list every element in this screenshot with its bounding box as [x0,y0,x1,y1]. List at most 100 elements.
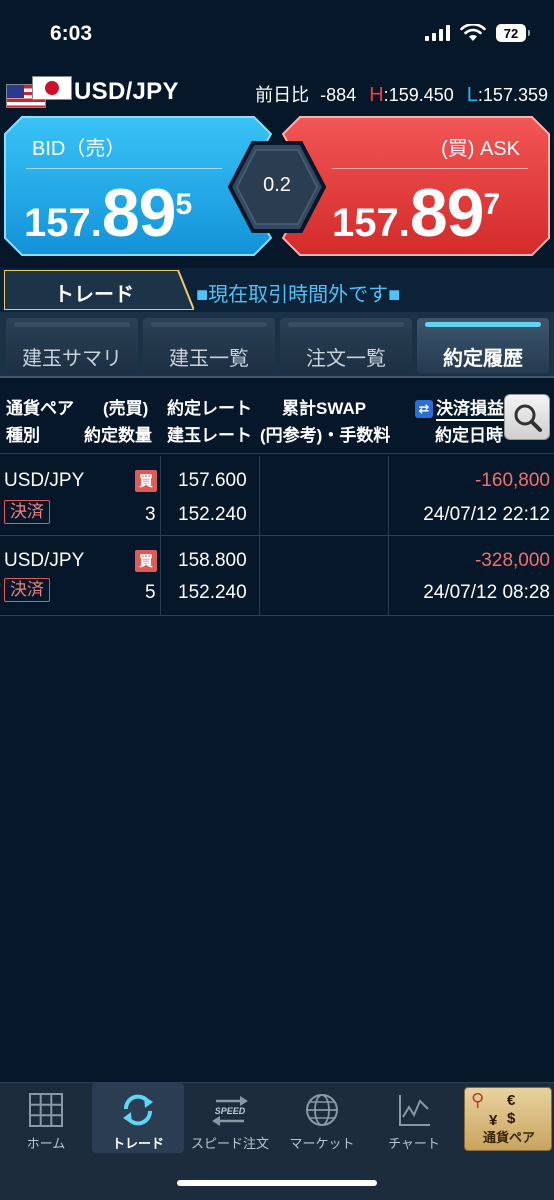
signal-icon [425,25,450,41]
high-label: H [369,84,384,106]
currency-flags [6,76,72,108]
trade-tab-label: トレード [54,284,134,306]
refresh-arrows-icon [123,1094,153,1126]
tab-order-list[interactable]: 注文一覧 [280,318,412,374]
high-value: 159.450 [388,85,454,105]
tab-execution-history[interactable]: 約定履歴 [417,318,549,374]
trade-header-row: トレード ■現在取引時間外です■ [0,268,554,312]
nav-market-label: マーケット [289,1136,355,1151]
grid-icon [29,1093,63,1127]
currency-pair-label: 通貨ペア [482,1130,535,1145]
settle-badge: 決済 [4,578,50,602]
pair-stats: 前日比 -884 H:159.450 L:157.359 [255,84,548,106]
tab-label: 約定履歴 [443,348,523,370]
tab-label: 注文一覧 [306,348,386,370]
subtab-bar: 建玉サマリ 建玉一覧 注文一覧 約定履歴 [0,312,554,378]
row-open-rate: 152.240 [178,504,247,525]
pair-name: USD/JPY [74,78,179,105]
status-bar: 6:03 72 [0,0,554,70]
tab-position-list[interactable]: 建玉一覧 [143,318,275,374]
col-fee: (円参考)・手数料 [260,426,391,445]
currency-symbols-icon: ⚲ € ¥ $ [471,1090,516,1129]
bid-label: BID（売） [32,138,126,160]
nav-speed-label: スピード注文 [190,1136,269,1151]
table-row[interactable]: USD/JPY 買 決済 5 158.800 152.240 -328,000 … [0,536,554,616]
nav-home[interactable]: ホーム [0,1083,92,1153]
search-icon [514,404,542,432]
chart-icon [399,1095,430,1126]
speed-arrows-icon: SPEED [212,1096,248,1126]
ask-price-big: 89 [409,175,485,251]
row-rate: 157.600 [178,470,247,491]
pair-header[interactable]: USD/JPY 前日比 -884 H:159.450 L:157.359 [0,72,554,112]
table-header: 通貨ペア (売買) 約定レート 累計SWAP ⇄ 決済損益 種別 約定数量 建玉レ… [0,380,554,454]
jp-flag-icon [32,76,72,100]
col-datetime: 約定日時 [435,426,503,445]
col-qty: 約定数量 [84,426,152,445]
row-pl: -160,800 [474,470,550,491]
nav-speed-order[interactable]: SPEED スピード注文 [184,1083,276,1153]
row-pair: USD/JPY [4,550,85,571]
buy-badge: 買 [135,470,157,492]
row-qty: 3 [145,504,156,525]
nav-market[interactable]: マーケット [276,1083,368,1153]
spread-value: 0.2 [263,174,291,196]
row-datetime: 24/07/12 22:12 [423,504,550,525]
buy-badge: 買 [135,550,157,572]
tab-trade[interactable]: トレード [4,270,194,310]
battery-icon: 72 [496,24,530,42]
col-swap: 累計SWAP [282,399,367,418]
bid-price-small: 157. [24,201,102,245]
col-pair: 通貨ペア [6,399,74,418]
swap-arrows-icon: ⇄ [415,400,433,418]
nav-home-label: ホーム [26,1136,66,1151]
ask-price: 157.897 [332,174,500,252]
ask-price-small: 157. [332,201,410,245]
row-datetime: 24/07/12 08:28 [423,582,550,603]
nav-trade-label: トレード [111,1136,164,1151]
nav-chart-label: チャート [388,1136,440,1151]
row-rate: 158.800 [178,550,247,571]
speed-icon-text: SPEED [215,1106,246,1116]
tab-position-summary[interactable]: 建玉サマリ [6,318,138,374]
market-status-text: ■現在取引時間外です■ [196,284,401,306]
tab-indicator [425,322,541,327]
ask-label: (買) ASK [441,138,520,160]
tab-indicator [14,322,130,327]
low-label: L [466,84,478,106]
nav-chart[interactable]: チャート [368,1083,460,1153]
currency-pair-button[interactable]: ⚲ € ¥ $ 通貨ペア [464,1087,552,1151]
row-open-rate: 152.240 [178,582,247,603]
col-pl: 決済損益 [436,399,504,421]
col-type: 種別 [6,426,40,445]
home-indicator [177,1180,377,1186]
col-open-rate: 建玉レート [167,426,252,445]
row-pl: -328,000 [474,550,550,571]
tab-label: 建玉サマリ [22,348,122,370]
pl-sort-toggle[interactable]: ⇄ 決済損益 [415,394,504,421]
table-row[interactable]: USD/JPY 買 決済 3 157.600 152.240 -160,800 … [0,456,554,536]
settle-badge: 決済 [4,500,50,524]
wifi-icon [460,24,486,41]
tab-indicator [288,322,404,327]
tab-indicator [151,322,267,327]
tab-label: 建玉一覧 [169,348,249,370]
ask-price-tiny: 7 [483,188,501,221]
row-pair: USD/JPY [4,470,85,491]
change-value: -884 [320,85,357,105]
status-icons: 72 [425,24,530,42]
bid-price-tiny: 5 [175,188,193,221]
search-button[interactable] [504,394,550,440]
ask-divider [332,168,528,169]
bid-price-big: 89 [101,175,177,251]
col-rate: 約定レート [167,399,252,418]
status-time: 6:03 [50,22,93,45]
nav-trade[interactable]: トレード [92,1083,184,1153]
globe-icon [306,1094,338,1126]
change-label: 前日比 [255,85,310,105]
col-side: (売買) [103,399,149,418]
row-qty: 5 [145,582,156,603]
spread-indicator: 0.2 [227,140,327,234]
low-value: 157.359 [482,85,548,105]
bid-price: 157.895 [24,174,192,252]
